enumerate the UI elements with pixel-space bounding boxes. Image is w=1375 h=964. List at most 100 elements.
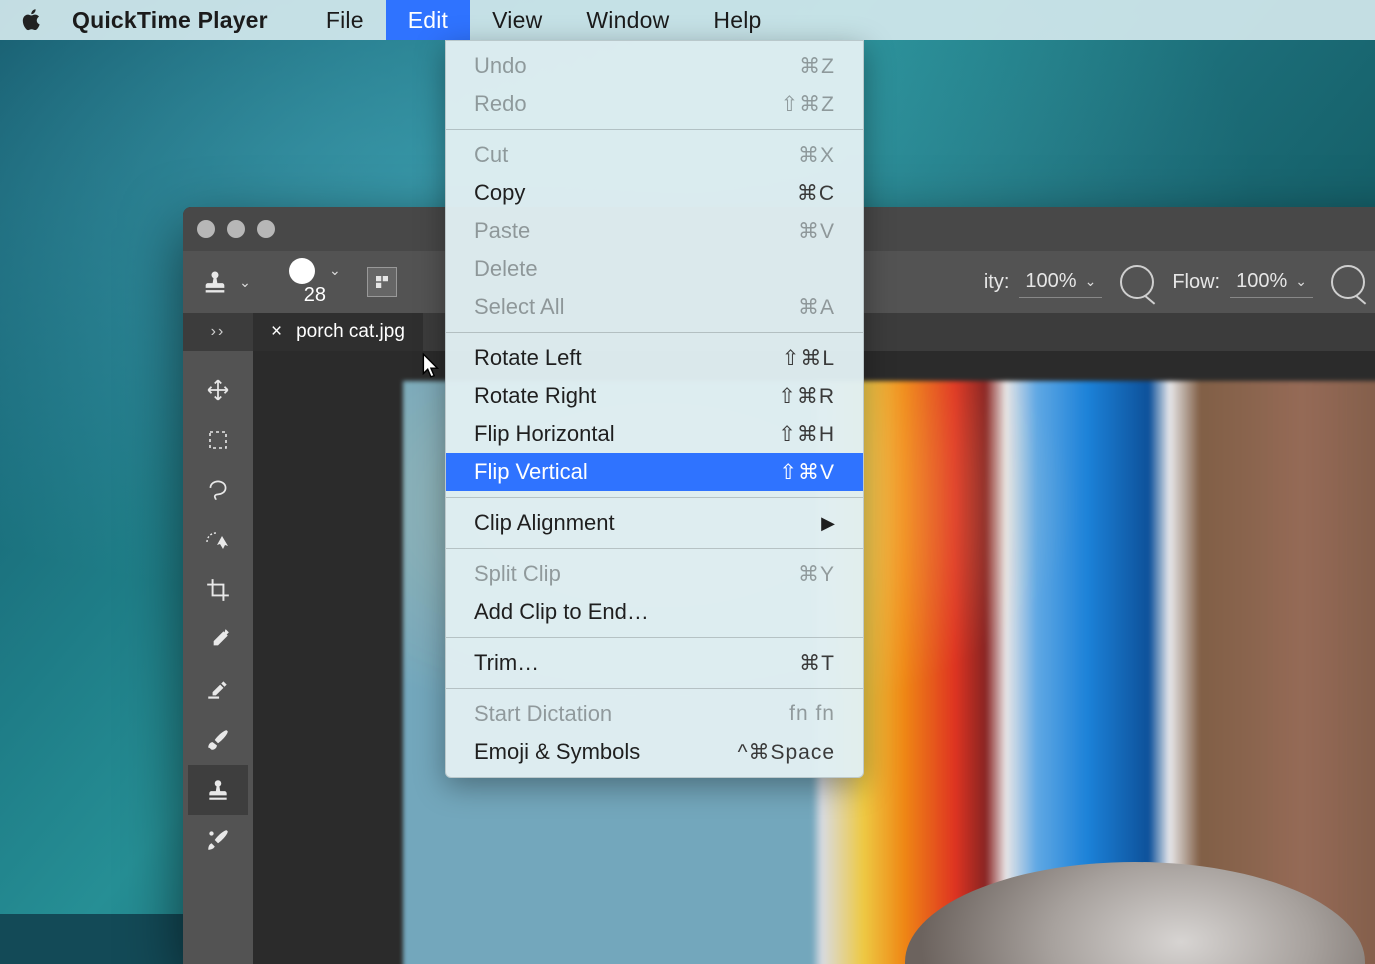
quick-selection-tool[interactable] <box>188 515 248 565</box>
menu-item-label: Add Clip to End… <box>474 599 649 625</box>
menu-item-copy[interactable]: Copy ⌘C <box>446 174 863 212</box>
menu-separator <box>446 637 863 638</box>
traffic-light-zoom[interactable] <box>257 220 275 238</box>
healing-brush-tool[interactable] <box>188 665 248 715</box>
chevron-down-icon: ⌄ <box>329 262 341 279</box>
menu-item-label: Trim… <box>474 650 539 676</box>
opacity-label: ity: <box>984 271 1010 294</box>
menu-separator <box>446 688 863 689</box>
menu-item-label: Paste <box>474 218 530 244</box>
stamp-icon <box>201 268 229 296</box>
menu-item-start-dictation: Start Dictation fn fn <box>446 695 863 733</box>
menu-item-shortcut: ^⌘Space <box>738 740 835 765</box>
mouse-cursor-icon <box>421 352 443 380</box>
menubar-app-name[interactable]: QuickTime Player <box>72 7 268 34</box>
menu-item-flip-vertical[interactable]: Flip Vertical ⇧⌘V <box>446 453 863 491</box>
pressure-opacity-icon[interactable] <box>1120 265 1154 299</box>
menu-item-undo: Undo ⌘Z <box>446 47 863 85</box>
menu-item-shortcut: fn fn <box>789 702 835 726</box>
menu-separator <box>446 548 863 549</box>
menu-item-redo: Redo ⇧⌘Z <box>446 85 863 123</box>
marquee-tool[interactable] <box>188 415 248 465</box>
menu-item-label: Select All <box>474 294 565 320</box>
move-tool[interactable] <box>188 365 248 415</box>
menu-item-shortcut: ⇧⌘H <box>778 422 835 447</box>
menu-item-select-all: Select All ⌘A <box>446 288 863 326</box>
eyedropper-tool[interactable] <box>188 615 248 665</box>
chevron-down-icon: ⌄ <box>239 274 251 291</box>
menu-view[interactable]: View <box>470 0 564 40</box>
menu-item-label: Emoji & Symbols <box>474 739 640 765</box>
history-brush-tool[interactable] <box>188 815 248 865</box>
menu-item-clip-alignment[interactable]: Clip Alignment ▶ <box>446 504 863 542</box>
opacity-value: 100% <box>1025 270 1076 293</box>
menu-item-shortcut: ⌘C <box>797 181 835 206</box>
menu-window[interactable]: Window <box>564 0 691 40</box>
menu-item-label: Split Clip <box>474 561 561 587</box>
submenu-arrow-icon: ▶ <box>821 513 835 534</box>
menu-item-label: Flip Vertical <box>474 459 588 485</box>
menu-item-shortcut: ⇧⌘Z <box>781 92 835 117</box>
menu-item-trim[interactable]: Trim… ⌘T <box>446 644 863 682</box>
photoshop-tool-panel <box>183 351 253 964</box>
menu-help[interactable]: Help <box>691 0 783 40</box>
menu-item-shortcut: ⌘V <box>798 219 835 244</box>
menu-item-delete: Delete <box>446 250 863 288</box>
menu-item-label: Rotate Right <box>474 383 596 409</box>
menu-item-shortcut: ⌘Z <box>799 54 835 79</box>
menu-item-shortcut: ⇧⌘V <box>779 460 835 485</box>
menu-item-label: Flip Horizontal <box>474 421 615 447</box>
menu-item-flip-horizontal[interactable]: Flip Horizontal ⇧⌘H <box>446 415 863 453</box>
mac-menubar: QuickTime Player File Edit View Window H… <box>0 0 1375 40</box>
document-tab-label: porch cat.jpg <box>296 321 405 343</box>
menu-item-label: Copy <box>474 180 525 206</box>
menu-item-rotate-left[interactable]: Rotate Left ⇧⌘L <box>446 339 863 377</box>
menu-item-label: Undo <box>474 53 527 79</box>
tab-close-icon[interactable]: × <box>271 321 282 343</box>
menu-item-shortcut: ⌘X <box>798 143 835 168</box>
menu-item-label: Start Dictation <box>474 701 612 727</box>
menu-edit[interactable]: Edit <box>386 0 470 40</box>
menu-item-rotate-right[interactable]: Rotate Right ⇧⌘R <box>446 377 863 415</box>
menu-separator <box>446 129 863 130</box>
lasso-tool[interactable] <box>188 465 248 515</box>
brush-preset-picker[interactable]: ⌄ 28 <box>289 258 341 307</box>
menu-item-split-clip: Split Clip ⌘Y <box>446 555 863 593</box>
expand-panels-icon[interactable]: ›› <box>183 323 253 341</box>
menu-separator <box>446 497 863 498</box>
menu-separator <box>446 332 863 333</box>
brush-size-label: 28 <box>304 284 326 307</box>
flow-value: 100% <box>1236 270 1287 293</box>
menu-item-shortcut: ⌘A <box>798 295 835 320</box>
menu-file[interactable]: File <box>304 0 386 40</box>
airbrush-icon[interactable] <box>1331 265 1365 299</box>
menu-item-label: Redo <box>474 91 527 117</box>
menu-item-emoji-symbols[interactable]: Emoji & Symbols ^⌘Space <box>446 733 863 771</box>
traffic-light-close[interactable] <box>197 220 215 238</box>
menu-item-label: Delete <box>474 256 538 282</box>
brush-preview-dot <box>289 258 315 284</box>
menu-item-add-clip-to-end[interactable]: Add Clip to End… <box>446 593 863 631</box>
brush-tool[interactable] <box>188 715 248 765</box>
crop-tool[interactable] <box>188 565 248 615</box>
tool-preset-picker[interactable]: ⌄ <box>183 268 269 296</box>
flow-control[interactable]: Flow: 100%⌄ <box>1172 267 1313 298</box>
brush-panel-toggle-icon[interactable] <box>367 267 397 297</box>
opacity-control[interactable]: ity: 100% ⌄ <box>984 267 1102 298</box>
document-tab[interactable]: × porch cat.jpg <box>253 313 423 351</box>
edit-dropdown-menu: Undo ⌘Z Redo ⇧⌘Z Cut ⌘X Copy ⌘C Paste ⌘V Delete Sel… <box>445 40 864 778</box>
menu-item-shortcut: ⇧⌘R <box>778 384 835 409</box>
menu-item-cut: Cut ⌘X <box>446 136 863 174</box>
chevron-down-icon: ⌄ <box>1085 273 1097 290</box>
menu-item-shortcut: ⌘Y <box>798 562 835 587</box>
menu-item-shortcut: ⌘T <box>799 651 835 676</box>
clone-stamp-tool[interactable] <box>188 765 248 815</box>
menu-item-paste: Paste ⌘V <box>446 212 863 250</box>
chevron-down-icon: ⌄ <box>1295 273 1307 290</box>
apple-menu-icon[interactable] <box>22 8 44 32</box>
menu-item-shortcut: ⇧⌘L <box>782 346 835 371</box>
traffic-light-minimize[interactable] <box>227 220 245 238</box>
menu-item-label: Rotate Left <box>474 345 582 371</box>
menu-item-label: Cut <box>474 142 508 168</box>
menu-item-label: Clip Alignment <box>474 510 615 536</box>
